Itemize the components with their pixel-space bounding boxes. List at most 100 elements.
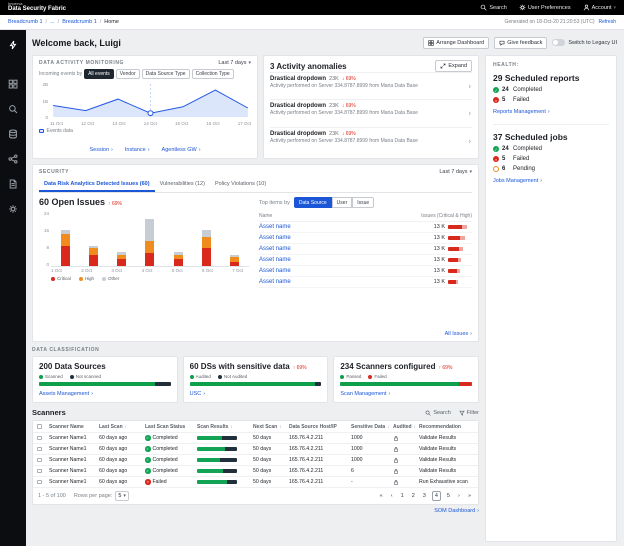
arrange-dashboard-button[interactable]: Arrange Dashboard <box>423 37 489 49</box>
select-all-checkbox[interactable] <box>37 424 42 429</box>
usc-link[interactable]: USC› <box>190 391 322 397</box>
breadcrumb-ellipsis[interactable]: ... <box>50 19 55 25</box>
rows-per-page-select[interactable]: 5▾ <box>115 491 129 501</box>
anomaly-row[interactable]: Drastical dropdown 23K ↓ 69% Activity pe… <box>270 127 472 154</box>
next-page-button[interactable]: › <box>456 492 462 500</box>
tab-policy-violations[interactable]: Policy Violations (10) <box>210 178 271 192</box>
scanners-filter-button[interactable]: Filter <box>459 410 479 416</box>
breadcrumb-bar: Breadcrumb 1 / ... / Breadcrumb 1 / Home… <box>0 15 624 30</box>
row-checkbox[interactable] <box>37 469 42 474</box>
column-recommendation[interactable]: Recommendation <box>419 424 474 430</box>
sidebar-item-reports[interactable] <box>5 176 21 191</box>
asset-name-link[interactable]: Asset name <box>259 224 291 230</box>
account-menu[interactable]: Account ▾ <box>583 4 616 11</box>
tab-vulnerabilities[interactable]: Vulnerabilities (12) <box>155 178 210 192</box>
all-issues-link[interactable]: All Issues› <box>445 331 472 337</box>
column-scan-results[interactable]: Scan Results↕ <box>197 424 253 430</box>
sort-icon[interactable]: ↕ <box>414 424 416 429</box>
table-row[interactable]: Scanner Name1 60 days ago ✓Completed 50 … <box>33 466 478 477</box>
first-page-button[interactable]: « <box>378 492 385 500</box>
global-search-button[interactable]: Search <box>480 4 506 11</box>
breadcrumb-link-1[interactable]: Breadcrumb 1 <box>8 19 43 25</box>
sidebar-item-discovery[interactable] <box>5 101 21 116</box>
page-1-button[interactable]: 1 <box>399 492 406 500</box>
asset-name-link[interactable]: Asset name <box>259 257 291 263</box>
column-last-scan[interactable]: Last Scan↕ <box>99 424 145 430</box>
sort-icon[interactable]: ↕ <box>125 424 127 429</box>
brand-logo[interactable]: Imperva Data Security Fabric <box>8 2 66 13</box>
filter-collection-type[interactable]: Collection Type <box>192 69 234 79</box>
session-link[interactable]: Session› <box>89 147 112 153</box>
chevron-right-icon[interactable]: › <box>468 109 471 118</box>
agentless-gw-link[interactable]: Agentless GW› <box>162 147 201 153</box>
row-checkbox[interactable] <box>37 458 42 463</box>
scanners-search[interactable]: Search <box>425 410 450 416</box>
issues-bars[interactable] <box>51 211 249 267</box>
breadcrumb-link-2[interactable]: Breadcrumb 1 <box>62 19 97 25</box>
sidebar-item-topology[interactable] <box>5 151 21 166</box>
page-5-button[interactable]: 5 <box>445 492 452 500</box>
table-row[interactable]: Scanner Name1 60 days ago ×Failed 50 day… <box>33 477 478 488</box>
sort-icon[interactable]: ↕ <box>230 424 232 429</box>
asset-name-link[interactable]: Asset name <box>259 246 291 252</box>
anomaly-row[interactable]: Drastical dropdown 23K ↓ 69% Activity pe… <box>270 72 472 99</box>
dam-line-chart[interactable] <box>50 82 251 120</box>
sort-down-icon[interactable]: ↓ <box>387 424 389 429</box>
tab-dra-detected-issues[interactable]: Data Risk Analytics Detected Issues (60) <box>39 178 155 192</box>
chevron-right-icon[interactable]: › <box>468 82 471 91</box>
table-row[interactable]: Scanner Name1 60 days ago ✓Completed 50 … <box>33 433 478 444</box>
toggle-switch[interactable] <box>552 39 565 46</box>
chevron-right-icon: › <box>148 147 150 153</box>
prev-page-button[interactable]: ‹ <box>389 492 395 500</box>
scan-management-link[interactable]: Scan Management› <box>340 391 472 397</box>
legend-other: Other <box>102 276 119 281</box>
dam-range-select[interactable]: Last 7 days ▾ <box>218 60 251 66</box>
legacy-ui-toggle[interactable]: Switch to Legacy UI <box>552 39 617 46</box>
security-range-select[interactable]: Last 7 days ▾ <box>439 169 472 175</box>
segment-issue[interactable]: Issue <box>352 197 374 208</box>
table-row[interactable]: Scanner Name1 60 days ago ✓Completed 50 … <box>33 455 478 466</box>
jobs-management-link[interactable]: Jobs Management› <box>493 178 609 184</box>
expand-button[interactable]: Expand <box>435 60 472 72</box>
sidebar-item-settings[interactable] <box>5 201 21 216</box>
chevron-right-icon[interactable]: › <box>468 136 471 145</box>
row-checkbox[interactable] <box>37 447 42 452</box>
table-row[interactable]: Scanner Name1 60 days ago ✓Completed 50 … <box>33 444 478 455</box>
user-preferences-button[interactable]: User Preferences <box>519 4 571 11</box>
asset-name-link[interactable]: Asset name <box>259 279 291 285</box>
segment-user[interactable]: User <box>332 197 353 208</box>
reports-management-link[interactable]: Reports Management› <box>493 109 609 115</box>
give-feedback-button[interactable]: Give feedback <box>494 37 547 49</box>
sidebar-item-data-sources[interactable] <box>5 126 21 141</box>
jobs-pending-count: 6 <box>502 166 510 172</box>
page-4-button[interactable]: 4 <box>432 491 441 501</box>
column-last-scan-status[interactable]: Last Scan Status <box>145 424 197 430</box>
filter-data-source-type[interactable]: Data Source Type <box>142 69 190 79</box>
instance-link[interactable]: Instance› <box>125 147 150 153</box>
sidebar-item-dashboards[interactable] <box>5 76 21 91</box>
column-sensitive-data[interactable]: Sensitive Data↓ <box>351 424 393 430</box>
assets-management-link[interactable]: Assets Management› <box>39 391 171 397</box>
refresh-link[interactable]: Refresh <box>598 19 616 25</box>
events-data-checkbox[interactable] <box>39 129 44 134</box>
column-host-ip[interactable]: Data Source Host/IP <box>289 424 351 430</box>
row-checkbox[interactable] <box>37 436 42 441</box>
asset-name-link[interactable]: Asset name <box>259 268 291 274</box>
scanners-configured-title: 234 Scanners configured <box>340 362 435 371</box>
column-next-scan[interactable]: Next Scan↕ <box>253 424 289 430</box>
segment-data-source[interactable]: Data Source <box>294 197 332 208</box>
row-checkbox[interactable] <box>37 480 42 485</box>
filter-vendor[interactable]: Vendor <box>116 69 140 79</box>
som-dashboard-link[interactable]: SOM Dashboard› <box>434 508 479 514</box>
column-scanner-name[interactable]: Scanner Name <box>49 424 99 430</box>
audited-dot-icon <box>190 375 194 379</box>
column-audited[interactable]: Audited↕ <box>393 424 419 430</box>
anomaly-row[interactable]: Drastical dropdown 23K ↓ 69% Activity pe… <box>270 99 472 126</box>
last-page-button[interactable]: » <box>466 492 473 500</box>
sort-icon[interactable]: ↕ <box>279 424 281 429</box>
sidebar-item-home[interactable] <box>5 37 21 52</box>
filter-all-events[interactable]: All events <box>84 69 114 79</box>
asset-name-link[interactable]: Asset name <box>259 235 291 241</box>
page-3-button[interactable]: 3 <box>421 492 428 500</box>
page-2-button[interactable]: 2 <box>410 492 417 500</box>
